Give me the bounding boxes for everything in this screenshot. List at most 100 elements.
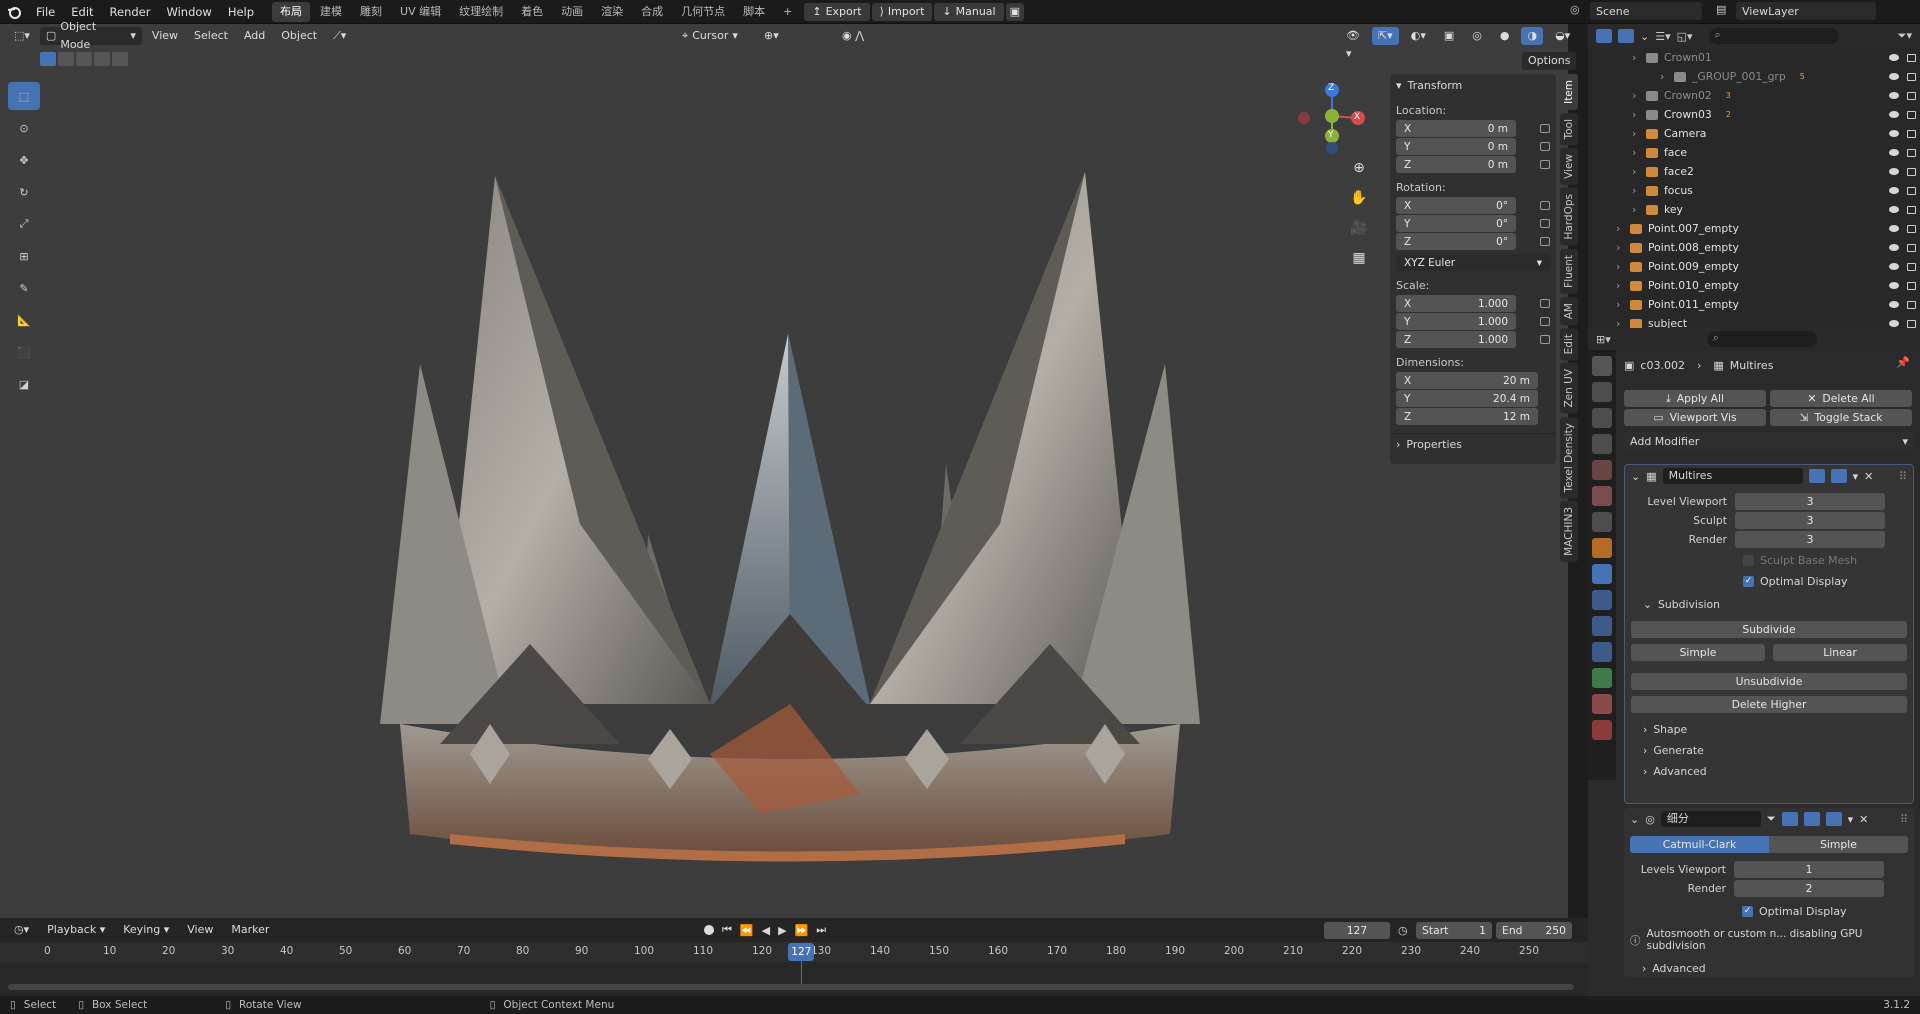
show-in-viewport-icon[interactable] xyxy=(1808,469,1825,483)
subsurf-optimal-display-checkbox[interactable]: ✓ xyxy=(1742,906,1753,917)
sculpt-level-field[interactable]: 3 xyxy=(1735,512,1885,529)
lock-icon[interactable] xyxy=(1540,124,1550,133)
subsurf-render-field[interactable]: 2 xyxy=(1734,880,1884,897)
expand-arrow-icon[interactable]: › xyxy=(1632,184,1642,197)
visibility-eye-icon[interactable] xyxy=(1889,225,1899,232)
transform-orientation-icon[interactable]: ⟋▾ xyxy=(327,27,352,45)
render-camera-icon[interactable] xyxy=(1907,91,1916,100)
visibility-eye-icon[interactable] xyxy=(1889,149,1899,156)
editor-type-icon[interactable]: ⊞▾ xyxy=(1596,333,1611,346)
delete-higher-button[interactable]: Delete Higher xyxy=(1631,696,1907,713)
visibility-eye-icon[interactable] xyxy=(1889,244,1899,251)
expand-arrow-icon[interactable]: › xyxy=(1616,279,1626,292)
menu-view[interactable]: View xyxy=(146,27,184,45)
subsurf-advanced-subpanel-header[interactable]: › Advanced xyxy=(1642,962,1914,975)
menu-add[interactable]: Add xyxy=(238,27,271,45)
clock-icon[interactable]: ◷ xyxy=(1398,924,1408,937)
output-tab-icon[interactable] xyxy=(1592,408,1612,428)
expand-arrow-icon[interactable]: › xyxy=(1660,70,1670,83)
outliner-row[interactable]: › Crown01 xyxy=(1588,48,1920,67)
render-camera-icon[interactable] xyxy=(1907,243,1916,252)
chevron-down-icon[interactable]: ⌄ xyxy=(1630,813,1639,826)
rotation-x-field[interactable]: X 0° xyxy=(1396,197,1516,214)
outliner-row[interactable]: › Point.007_empty xyxy=(1588,219,1920,238)
expand-arrow-icon[interactable]: › xyxy=(1632,51,1642,64)
tab-edit[interactable]: Edit xyxy=(1560,327,1578,361)
add-cube-tool-icon[interactable]: ⬛ xyxy=(8,338,40,366)
extra-tool-icon[interactable]: ◪ xyxy=(8,370,40,398)
rotation-y-field[interactable]: Y 0° xyxy=(1396,215,1516,232)
extra-panel-button[interactable]: ▣ xyxy=(1005,2,1024,21)
tab-am[interactable]: AM xyxy=(1560,296,1578,325)
import-button[interactable]: ⟩ Import xyxy=(871,2,933,21)
advanced-subpanel-header[interactable]: › Advanced xyxy=(1643,765,1913,778)
marker-menu[interactable]: Marker xyxy=(225,921,275,939)
tab-view[interactable]: View xyxy=(1560,148,1578,186)
lock-icon[interactable] xyxy=(1540,201,1550,210)
drag-handle-icon[interactable]: ⠿ xyxy=(1900,813,1908,826)
proportional-edit-icon[interactable]: ◉ ⋀ xyxy=(836,27,870,45)
visibility-eye-icon[interactable] xyxy=(1889,73,1899,80)
outliner-row[interactable]: › Point.009_empty xyxy=(1588,257,1920,276)
optimal-display-checkbox[interactable]: ✓ xyxy=(1743,576,1754,587)
constraints-tab-icon[interactable] xyxy=(1592,642,1612,662)
world-tab-icon[interactable] xyxy=(1592,486,1612,506)
add-workspace-button[interactable]: + xyxy=(775,2,800,22)
shape-subpanel-header[interactable]: › Shape xyxy=(1643,723,1913,736)
expand-arrow-icon[interactable]: › xyxy=(1632,203,1642,216)
editor-type-icon[interactable]: ⬚▾ xyxy=(8,27,36,45)
outliner-row[interactable]: › Crown03 2 xyxy=(1588,105,1920,124)
expand-arrow-icon[interactable]: › xyxy=(1632,146,1642,159)
expand-arrow-icon[interactable]: › xyxy=(1616,241,1626,254)
location-y-field[interactable]: Y0 m xyxy=(1396,138,1516,155)
render-camera-icon[interactable] xyxy=(1907,167,1916,176)
menu-file[interactable]: File xyxy=(28,0,63,24)
expand-arrow-icon[interactable]: › xyxy=(1616,260,1626,273)
scene-selector[interactable]: Scene xyxy=(1590,2,1702,20)
lock-icon[interactable] xyxy=(1540,142,1550,151)
subsurf-simple-button[interactable]: Simple xyxy=(1769,836,1908,853)
render-camera-icon[interactable] xyxy=(1907,205,1916,214)
tab-fluent[interactable]: Fluent xyxy=(1560,248,1578,294)
subdivision-subpanel-header[interactable]: ⌄ Subdivision xyxy=(1643,598,1913,611)
pan-hand-icon[interactable]: ✋ xyxy=(1348,190,1370,220)
close-icon[interactable]: ✕ xyxy=(1859,813,1868,826)
gizmo-toggle-icon[interactable]: ⇱▾ xyxy=(1371,27,1399,45)
location-z-field[interactable]: Z0 m xyxy=(1396,156,1516,173)
data-tab-icon[interactable] xyxy=(1592,668,1612,688)
modifier-tab-icon[interactable] xyxy=(1592,564,1612,584)
tab-zen-uv[interactable]: Zen UV xyxy=(1560,363,1578,414)
workspace-tab-animation[interactable]: 动画 xyxy=(553,2,591,22)
outliner-sort-icon[interactable]: ☰▾ xyxy=(1655,30,1670,43)
workspace-tab-layout[interactable]: 布局 xyxy=(272,1,311,22)
rotate-tool-icon[interactable]: ↻ xyxy=(8,178,40,206)
select-invert-icon[interactable] xyxy=(94,52,110,66)
prev-keyframe-icon[interactable]: ⏪ xyxy=(740,924,754,937)
visibility-eye-icon[interactable] xyxy=(1889,187,1899,194)
visibility-eye-icon[interactable] xyxy=(1889,54,1899,61)
level-viewport-field[interactable]: 3 xyxy=(1735,493,1885,510)
blender-logo-icon[interactable] xyxy=(0,0,28,24)
play-icon[interactable]: ▶ xyxy=(778,924,786,937)
render-level-field[interactable]: 3 xyxy=(1735,531,1885,548)
next-keyframe-icon[interactable]: ⏩ xyxy=(795,924,809,937)
unsubdivide-button[interactable]: Unsubdivide xyxy=(1631,673,1907,690)
overlay-toggle-icon[interactable]: ◐▾ xyxy=(1405,27,1432,45)
wireframe-shading-icon[interactable]: ◎ xyxy=(1466,27,1488,45)
sculpt-base-mesh-checkbox[interactable] xyxy=(1743,555,1754,566)
workspace-tab-scripting[interactable]: 脚本 xyxy=(735,2,773,22)
select-subtract-icon[interactable] xyxy=(76,52,92,66)
pivot-point-selector[interactable]: ⌖ Cursor ▾ xyxy=(676,27,744,45)
linear-button[interactable]: Linear xyxy=(1773,644,1907,661)
visibility-eye-icon[interactable] xyxy=(1889,263,1899,270)
render-camera-icon[interactable] xyxy=(1907,319,1916,328)
display-mode-icon[interactable] xyxy=(1596,29,1612,43)
scale-z-field[interactable]: Z 1.000 xyxy=(1396,331,1516,348)
pin-icon[interactable]: 📌 xyxy=(1896,356,1910,369)
lock-icon[interactable] xyxy=(1540,317,1550,326)
view-layer-icon[interactable] xyxy=(1618,29,1634,43)
render-camera-icon[interactable] xyxy=(1907,300,1916,309)
lock-icon[interactable] xyxy=(1540,237,1550,246)
scale-x-field[interactable]: X 1.000 xyxy=(1396,295,1516,312)
levels-viewport-field[interactable]: 1 xyxy=(1734,861,1884,878)
